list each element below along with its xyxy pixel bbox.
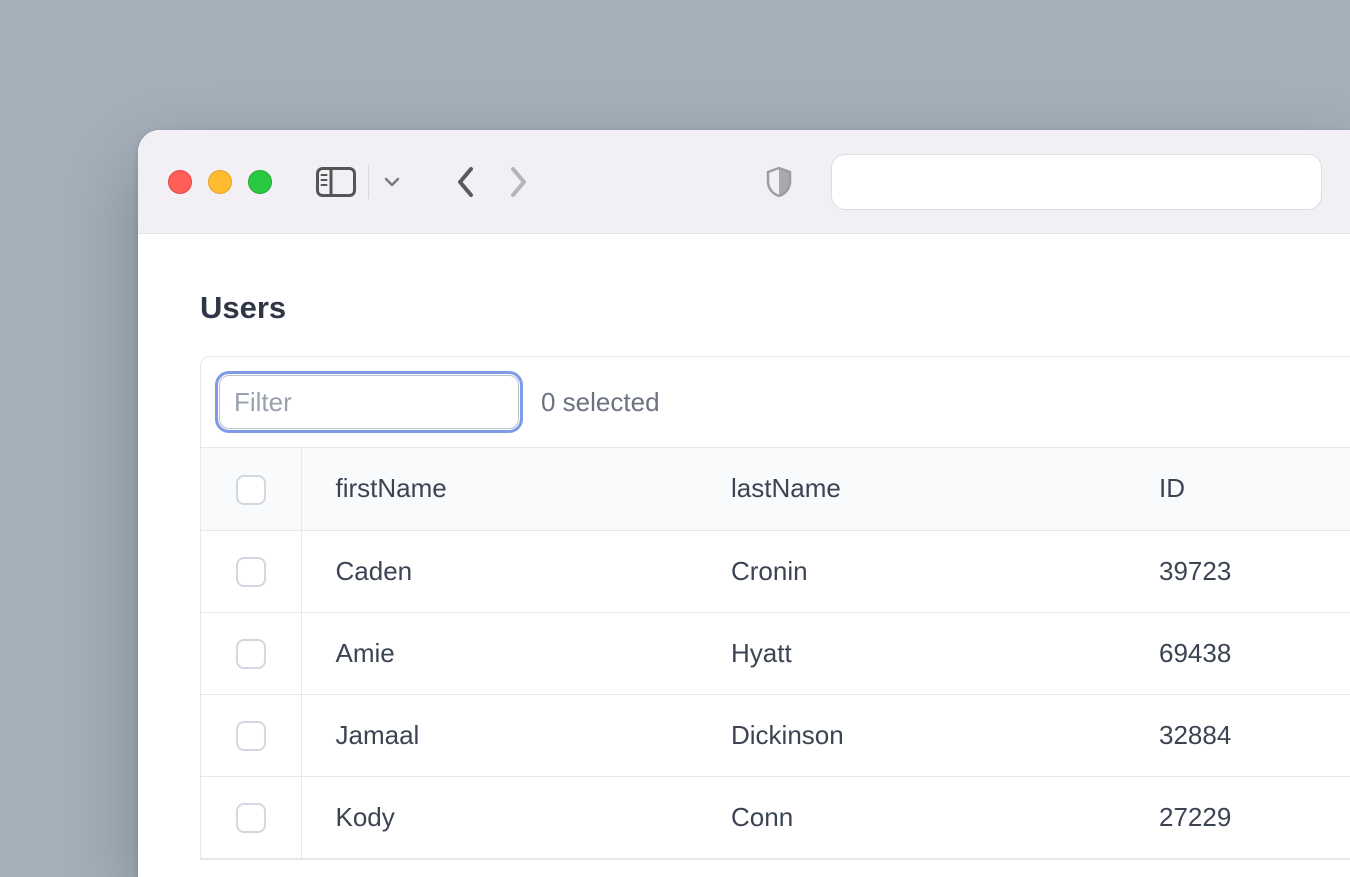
cell-firstname: Kody <box>301 776 731 858</box>
cell-id: 39723 <box>1159 530 1350 612</box>
back-button[interactable] <box>455 160 477 204</box>
table-header-row: firstName lastName ID <box>201 448 1350 530</box>
chevron-left-icon <box>455 165 477 199</box>
close-window-button[interactable] <box>168 170 192 194</box>
cell-firstname: Amie <box>301 612 731 694</box>
selected-count-label: 0 selected <box>541 387 660 418</box>
maximize-window-button[interactable] <box>248 170 272 194</box>
column-header-lastname[interactable]: lastName <box>731 448 1159 530</box>
row-checkbox[interactable] <box>236 639 266 669</box>
page-title: Users <box>200 290 1350 326</box>
table-row[interactable]: Caden Cronin 39723 <box>201 530 1350 612</box>
sidebar-icon <box>316 167 356 197</box>
table-row[interactable]: Amie Hyatt 69438 <box>201 612 1350 694</box>
traffic-lights <box>168 170 272 194</box>
filter-input[interactable] <box>219 375 519 429</box>
forward-button[interactable] <box>507 160 529 204</box>
cell-firstname: Caden <box>301 530 731 612</box>
row-checkbox[interactable] <box>236 803 266 833</box>
users-table: firstName lastName ID Caden Cronin 39723 <box>201 448 1350 859</box>
table-row[interactable]: Jamaal Dickinson 32884 <box>201 694 1350 776</box>
cell-id: 69438 <box>1159 612 1350 694</box>
row-checkbox[interactable] <box>236 557 266 587</box>
row-checkbox[interactable] <box>236 721 266 751</box>
cell-lastname: Hyatt <box>731 612 1159 694</box>
cell-lastname: Cronin <box>731 530 1159 612</box>
cell-firstname: Jamaal <box>301 694 731 776</box>
sidebar-toggle-button[interactable] <box>316 160 356 204</box>
shield-icon <box>765 166 793 198</box>
select-all-checkbox[interactable] <box>236 475 266 505</box>
cell-lastname: Dickinson <box>731 694 1159 776</box>
chevron-down-icon <box>383 173 401 191</box>
cell-id: 27229 <box>1159 776 1350 858</box>
nav-buttons <box>455 160 529 204</box>
cell-lastname: Conn <box>731 776 1159 858</box>
toolbar-divider <box>368 165 369 199</box>
address-bar[interactable] <box>831 154 1322 210</box>
column-header-id[interactable]: ID <box>1159 448 1350 530</box>
chevron-right-icon <box>507 165 529 199</box>
cell-id: 32884 <box>1159 694 1350 776</box>
column-header-select <box>201 448 301 530</box>
filter-bar: 0 selected <box>201 357 1350 448</box>
users-panel: 0 selected firstName lastName ID <box>200 356 1350 860</box>
tab-group-menu-button[interactable] <box>383 160 401 204</box>
minimize-window-button[interactable] <box>208 170 232 194</box>
column-header-firstname[interactable]: firstName <box>301 448 731 530</box>
privacy-shield-button[interactable] <box>765 160 793 204</box>
browser-window: Users 0 selected firstName lastName ID <box>138 130 1350 877</box>
table-row[interactable]: Kody Conn 27229 <box>201 776 1350 858</box>
page-content: Users 0 selected firstName lastName ID <box>138 234 1350 860</box>
browser-toolbar <box>138 130 1350 234</box>
